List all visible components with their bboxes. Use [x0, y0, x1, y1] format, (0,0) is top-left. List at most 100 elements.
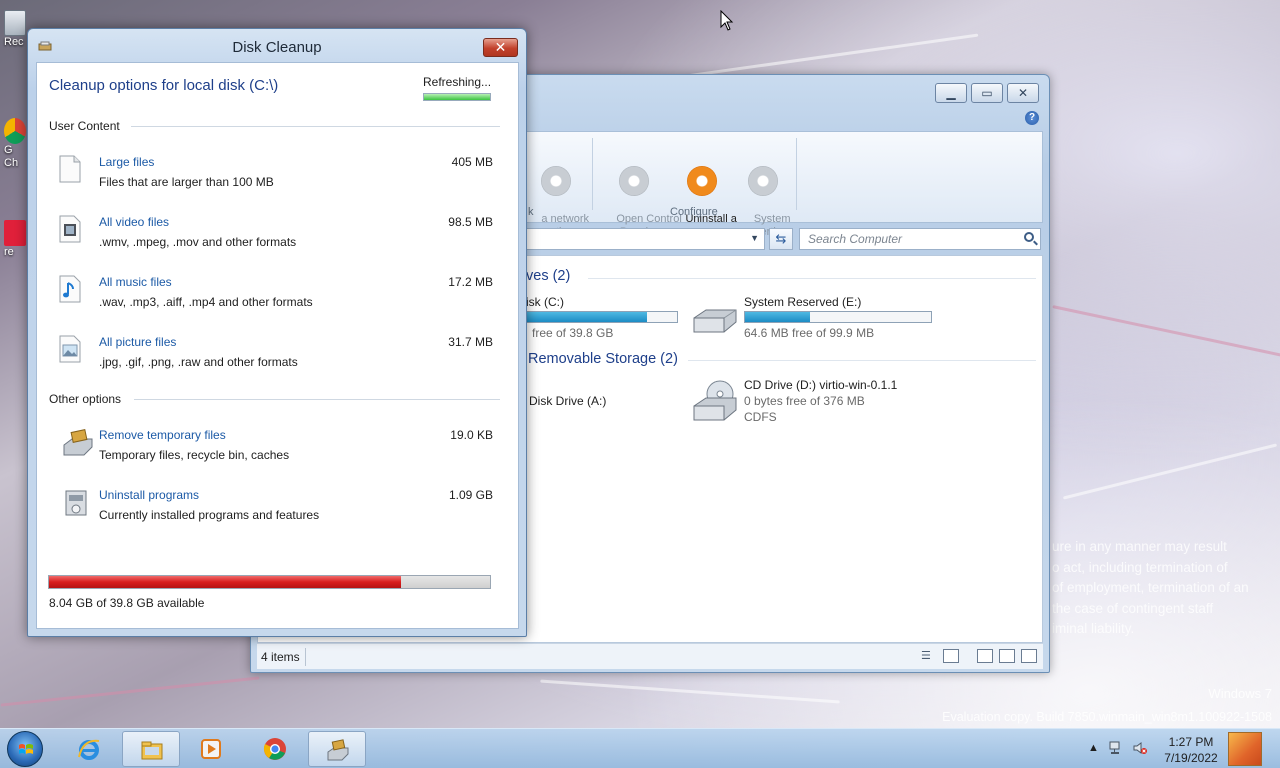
help-icon[interactable]: ?	[1025, 111, 1039, 125]
preview-view-icon[interactable]	[943, 649, 959, 663]
disk-usage-bar	[48, 575, 491, 589]
floppy-drive-name[interactable]: Disk Drive (A:)	[529, 394, 606, 408]
group-divider	[688, 360, 1036, 361]
disk-usage-bar-fill	[49, 576, 401, 588]
legal-line: the case of contingent staff	[1052, 600, 1214, 616]
taskbar-internet-explorer[interactable]	[60, 731, 118, 767]
taskbar-disk-cleanup[interactable]	[308, 731, 366, 767]
item-count: 4 items	[261, 650, 300, 664]
watermark-title: Windows 7	[1208, 686, 1272, 701]
layout-details-icon[interactable]	[1021, 649, 1037, 663]
search-input[interactable]: Search Computer	[799, 228, 1041, 250]
ribbon-group-label: k	[528, 206, 534, 218]
drive-c-bar-fill	[527, 312, 647, 322]
volume-muted-icon[interactable]	[1132, 740, 1148, 759]
search-icon[interactable]	[1024, 232, 1034, 242]
show-hidden-icons-icon[interactable]: ▲	[1088, 742, 1099, 754]
refresh-progress-bar	[423, 93, 491, 101]
taskbar-chrome[interactable]	[246, 731, 304, 767]
picture-files-link[interactable]: All picture files	[99, 335, 176, 349]
group-title-removable[interactable]: Removable Storage (2)	[528, 351, 678, 367]
music-files-link[interactable]: All music files	[99, 275, 172, 289]
show-desktop-button[interactable]	[1228, 732, 1262, 766]
blank-file-icon	[59, 155, 81, 183]
layout-navigation-icon[interactable]	[977, 649, 993, 663]
taskbar-media-player[interactable]	[182, 731, 240, 767]
section-other-options: Other options	[49, 392, 122, 406]
mouse-cursor-icon	[720, 10, 734, 31]
network-icon[interactable]	[1108, 740, 1124, 759]
window-title: Disk Cleanup	[232, 39, 322, 56]
taskbar-windows-explorer[interactable]	[122, 731, 180, 767]
drive-c-name[interactable]: isk (C:)	[526, 295, 564, 309]
section-user-content: User Content	[49, 119, 120, 133]
desktop-icon-app[interactable]: re	[4, 220, 28, 258]
desktop-icon-chrome[interactable]: G Ch	[4, 118, 28, 170]
clock-date: 7/19/2022	[1164, 751, 1218, 765]
programs-icon	[65, 490, 87, 516]
remove-temp-files-desc: Temporary files, recycle bin, caches	[99, 448, 290, 462]
large-files-size: 405 MB	[451, 155, 493, 169]
group-title-drives[interactable]: ves (2)	[526, 268, 570, 284]
drive-e-name[interactable]: System Reserved (E:)	[744, 295, 861, 309]
desktop-icon-recycle-bin[interactable]: Rec	[4, 10, 28, 48]
network-icon-glyph	[1109, 741, 1120, 754]
status-bar: 4 items ☰	[257, 643, 1043, 669]
media-player-icon	[201, 739, 221, 759]
large-files-link[interactable]: Large files	[99, 155, 154, 169]
disk-available-text: 8.04 GB of 39.8 GB available	[49, 596, 205, 610]
picture-file-icon	[59, 335, 81, 363]
music-files-desc: .wav, .mp3, .aiff, .mp4 and other format…	[99, 295, 313, 309]
close-button[interactable]: ✕	[1007, 83, 1039, 103]
drive-e-free: 64.6 MB free of 99.9 MB	[744, 326, 875, 340]
legal-line: o act, including termination of	[1052, 559, 1228, 575]
music-files-size: 17.2 MB	[448, 275, 493, 289]
disk-cleanup-window[interactable]: Disk Cleanup ✕ Cleanup options for local…	[27, 28, 527, 637]
section-divider	[131, 126, 500, 127]
ribbon-group-configure: Configure	[670, 206, 718, 218]
large-files-desc: Files that are larger than 100 MB	[99, 175, 274, 189]
clock[interactable]: 1:27 PM 7/19/2022	[1150, 734, 1232, 766]
start-button[interactable]	[7, 731, 43, 767]
wallpaper-streak	[540, 679, 840, 704]
uninstall-programs-link[interactable]: Uninstall programs	[99, 488, 199, 502]
disk-cleanup-icon	[63, 429, 93, 456]
refresh-button[interactable]: ⇆	[769, 228, 793, 250]
video-files-link[interactable]: All video files	[99, 215, 169, 229]
drive-e-bar-fill	[745, 312, 811, 322]
minimize-button[interactable]: ▁	[935, 83, 967, 103]
volume-icon-glyph	[1133, 742, 1147, 754]
picture-files-size: 31.7 MB	[448, 335, 493, 349]
remove-temp-files-size: 19.0 KB	[450, 428, 493, 442]
details-view-icon[interactable]: ☰	[921, 649, 937, 663]
cd-drive-name[interactable]: CD Drive (D:) virtio-win-0.1.1	[744, 378, 897, 392]
close-icon: ✕	[1017, 86, 1029, 100]
close-icon: ✕	[494, 39, 507, 55]
remove-temp-files-link[interactable]: Remove temporary files	[99, 428, 226, 442]
legal-line: ure in any manner may result	[1052, 539, 1227, 554]
layout-preview-icon[interactable]	[999, 649, 1015, 663]
internet-explorer-icon	[78, 739, 100, 760]
address-bar[interactable]: ▼	[523, 228, 765, 250]
close-button[interactable]: ✕	[483, 38, 518, 57]
wallpaper-streak	[1062, 443, 1278, 500]
network-location-icon	[541, 166, 571, 196]
search-placeholder: Search Computer	[808, 232, 903, 246]
clock-time: 1:27 PM	[1168, 735, 1214, 749]
app-icon	[4, 220, 26, 246]
page-title: Cleanup options for local disk (C:\)	[49, 77, 279, 94]
windows-logo-icon	[19, 744, 33, 754]
system-properties-icon	[748, 166, 778, 196]
drive-e-bar	[744, 311, 932, 323]
desktop-icon-label: re	[4, 246, 14, 258]
legal-line: iminal liability.	[1052, 621, 1135, 636]
control-panel-icon	[619, 166, 649, 196]
refresh-icon: ⇆	[775, 231, 787, 246]
group-divider	[588, 278, 1036, 279]
chrome-icon	[263, 738, 286, 760]
section-divider	[134, 399, 500, 400]
chevron-down-icon[interactable]: ▼	[750, 233, 759, 243]
legal-notice: ure in any manner may result o act, incl…	[1052, 537, 1280, 640]
maximize-button[interactable]: ▭	[971, 83, 1003, 103]
cd-drive-fs: CDFS	[744, 410, 777, 424]
